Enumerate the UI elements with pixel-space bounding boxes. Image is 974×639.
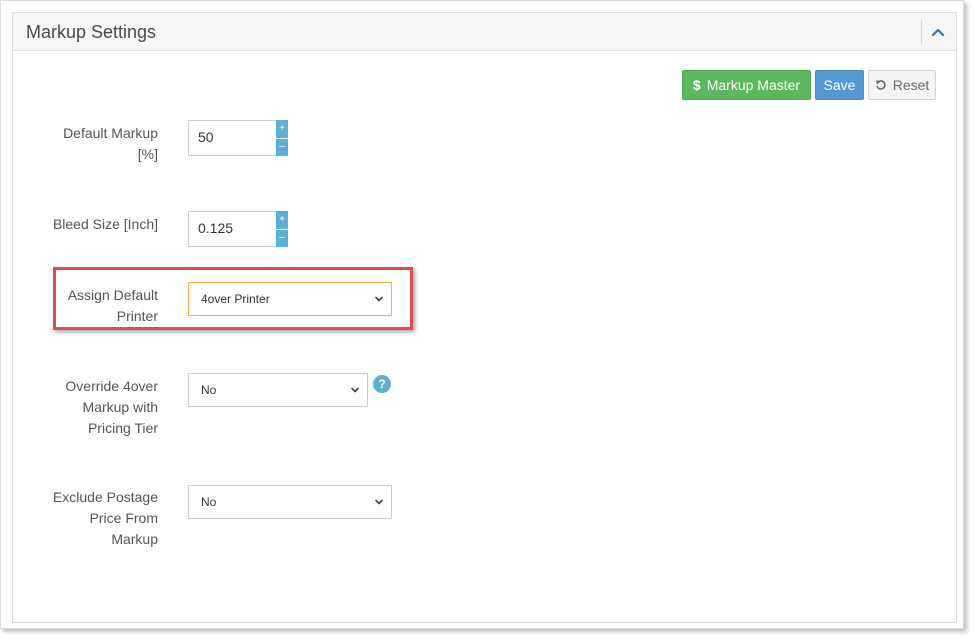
reset-label: Reset xyxy=(892,77,930,93)
default-markup-value: 50 xyxy=(198,129,214,145)
markup-master-button[interactable]: $ Markup Master xyxy=(682,70,811,100)
exclude-postage-label: Exclude Postage Price From Markup xyxy=(52,489,158,547)
override-markup-select[interactable]: No xyxy=(188,373,368,407)
decrement-button[interactable]: – xyxy=(276,139,288,157)
exclude-postage-value: No xyxy=(201,495,217,509)
chevron-up-icon xyxy=(931,28,945,37)
default-printer-label: Assign Default Printer xyxy=(67,287,158,324)
bleed-size-label: Bleed Size [Inch] xyxy=(52,216,158,232)
default-printer-select[interactable]: 4over Printer xyxy=(188,282,392,316)
chevron-down-icon xyxy=(375,499,383,505)
dollar-icon: $ xyxy=(692,77,701,93)
default-markup-input[interactable]: 50 + – xyxy=(188,120,288,156)
bleed-size-input[interactable]: 0.125 + – xyxy=(188,211,288,247)
screenshot-frame: Markup Settings $ Markup Master Save Res… xyxy=(0,0,964,629)
markup-settings-panel: Markup Settings $ Markup Master Save Res… xyxy=(12,12,957,623)
chevron-down-icon xyxy=(351,387,359,393)
collapse-button[interactable] xyxy=(927,21,949,43)
save-label: Save xyxy=(823,77,856,93)
exclude-postage-select[interactable]: No xyxy=(188,485,392,519)
reset-button[interactable]: Reset xyxy=(868,70,936,100)
default-markup-label: Default Markup [%] xyxy=(63,125,158,162)
help-icon[interactable]: ? xyxy=(373,375,391,393)
default-markup-stepper: + – xyxy=(276,120,288,156)
increment-button[interactable]: + xyxy=(276,211,288,230)
header-divider xyxy=(921,20,922,44)
bleed-size-stepper: + – xyxy=(276,211,288,247)
chevron-down-icon xyxy=(375,296,383,302)
override-markup-label: Override 4over Markup with Pricing Tier xyxy=(65,378,158,436)
panel-title: Markup Settings xyxy=(26,22,157,42)
decrement-button[interactable]: – xyxy=(276,230,288,248)
bleed-size-value: 0.125 xyxy=(198,220,234,236)
panel-header: Markup Settings xyxy=(13,13,956,51)
markup-master-label: Markup Master xyxy=(706,77,801,93)
save-button[interactable]: Save xyxy=(815,70,864,100)
increment-button[interactable]: + xyxy=(276,120,288,139)
undo-icon xyxy=(875,80,886,90)
default-printer-value: 4over Printer xyxy=(201,292,270,306)
override-markup-value: No xyxy=(201,383,217,397)
